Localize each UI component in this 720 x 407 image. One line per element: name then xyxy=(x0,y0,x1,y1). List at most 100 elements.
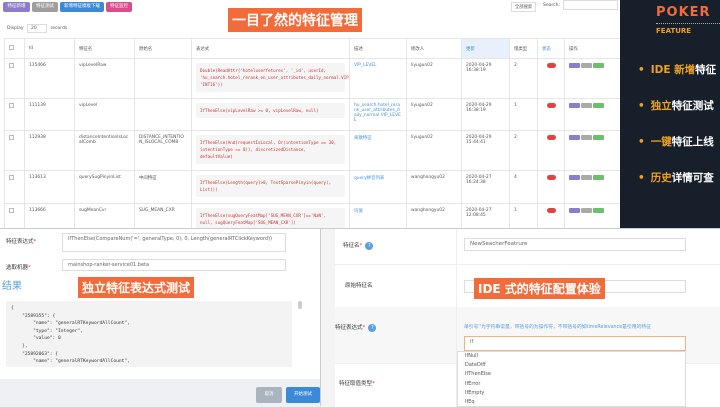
bullet-highlight: 历史 xyxy=(651,172,672,184)
help-icon[interactable]: ? xyxy=(368,324,376,332)
column-header[interactable]: 修改人 xyxy=(407,39,462,59)
detail-button[interactable] xyxy=(569,135,580,140)
detail-button[interactable] xyxy=(569,63,580,68)
cell-time: 2020-04-27 16:24:38 xyxy=(462,171,510,204)
cell-ops xyxy=(565,131,621,171)
cell-desc[interactable]: VIP_LEVEL xyxy=(350,59,407,99)
machine-select[interactable]: mainshop-ranker-service01.beta xyxy=(62,259,286,271)
cell-user: liyugun02 xyxy=(407,99,462,131)
column-header[interactable]: 操作 xyxy=(565,39,621,59)
add-feature-button[interactable]: 特征新增 xyxy=(3,2,30,12)
online-button[interactable] xyxy=(593,135,604,140)
feature-config-panel: 特征名*? NewSeacherFeatrure 原始特征名 IDE 式的特征配… xyxy=(320,228,720,406)
test-button[interactable] xyxy=(581,175,592,180)
column-header[interactable]: Id xyxy=(25,39,75,59)
expression-test-panel: 特征表达式* IfThenElse(CompareNum('=', genera… xyxy=(0,228,320,406)
scrollbar[interactable] xyxy=(298,301,302,309)
search-label: Search: xyxy=(543,3,560,8)
start-test-button[interactable]: 开始测试 xyxy=(286,387,320,403)
feature-bullet: • 独立特征测试 xyxy=(638,98,714,113)
cell-desc[interactable]: hu_search.hotel_rerank_user_attributes_d… xyxy=(350,99,407,131)
cell-id: 113613 xyxy=(25,171,75,204)
status-toggle[interactable] xyxy=(547,63,556,68)
raw-name-label: 原始特征名 xyxy=(345,281,373,289)
online-button[interactable] xyxy=(593,208,604,213)
download-template-button[interactable]: 新增特征模板下载 xyxy=(60,2,104,12)
table-row: 115466 vipLevelRaw Double(ReadAttr('hote… xyxy=(5,59,621,99)
status-toggle[interactable] xyxy=(547,175,556,180)
select-all-checkbox[interactable] xyxy=(5,39,25,59)
search-filter-select[interactable]: 全部搜索 xyxy=(511,2,536,12)
monitor-button[interactable]: 特征监控 xyxy=(106,2,132,12)
cell-desc[interactable]: 离散特征 xyxy=(350,131,407,171)
row-checkbox[interactable] xyxy=(5,171,25,204)
cell-status xyxy=(538,171,565,204)
suggestion-item[interactable]: IfEmpty xyxy=(465,389,685,398)
suggestion-item[interactable]: IfNull xyxy=(465,352,685,361)
bullet-highlight: 独立 xyxy=(651,100,672,112)
detail-button[interactable] xyxy=(569,103,580,108)
cell-status xyxy=(538,99,565,131)
expr-code: Double(ReadAttr('hoteluserfetures', '_id… xyxy=(196,63,345,92)
column-header[interactable]: 原始名 xyxy=(135,39,192,59)
online-button[interactable] xyxy=(593,175,604,180)
search-input[interactable] xyxy=(563,0,618,10)
page-size-select[interactable]: 20 xyxy=(27,24,47,33)
row-checkbox[interactable] xyxy=(5,99,25,131)
suggestion-item[interactable]: IfThenElse xyxy=(465,370,685,379)
help-icon[interactable]: ? xyxy=(365,242,373,250)
cell-id: 111139 xyxy=(25,99,75,131)
table-row: 113613 querySugPinyinList 中间特征 IfThenEls… xyxy=(5,171,621,204)
cancel-button[interactable]: 取消 xyxy=(256,387,282,403)
row-checkbox[interactable] xyxy=(5,59,25,99)
bullet-text: 详情可查 xyxy=(672,172,714,184)
detail-button[interactable] xyxy=(569,208,580,213)
cell-user: liyugun02 xyxy=(407,59,462,99)
bullet-dot-icon: • xyxy=(638,100,645,112)
cell-raw xyxy=(135,99,192,131)
expr-config-input[interactable]: If xyxy=(464,336,686,351)
test-button[interactable] xyxy=(581,208,592,213)
display-label: Display xyxy=(7,26,24,31)
status-toggle[interactable] xyxy=(547,103,556,108)
status-toggle[interactable] xyxy=(547,208,556,213)
cell-name: vipLevelRaw xyxy=(75,59,135,99)
test-button[interactable] xyxy=(581,103,592,108)
suggestion-item[interactable]: IfError xyxy=(465,380,685,389)
column-header[interactable]: 描述 xyxy=(350,39,407,59)
status-toggle[interactable] xyxy=(547,135,556,140)
cell-name: querySugPinyinList xyxy=(75,171,135,204)
suggestion-item[interactable]: DateDiff xyxy=(465,361,685,370)
column-header[interactable]: 状态 xyxy=(538,39,565,59)
column-header[interactable]: 表达式 xyxy=(192,39,350,59)
column-header[interactable]: 增类型 xyxy=(510,39,538,59)
cell-ops xyxy=(565,59,621,99)
machine-label: 选取机器* xyxy=(6,263,31,271)
online-button[interactable] xyxy=(593,103,604,108)
column-header[interactable]: 更新 xyxy=(462,39,510,59)
cell-raw xyxy=(135,59,192,99)
expr-code: IfThenElse(And(requestIsLocal, Or(intent… xyxy=(196,135,345,164)
name-input[interactable]: NewSeacherFeatrure xyxy=(464,238,686,251)
bullet-text: 特征测试 xyxy=(672,100,714,112)
records-label: records xyxy=(50,26,67,31)
test-button[interactable] xyxy=(581,135,592,140)
test-button[interactable] xyxy=(581,63,592,68)
banner-ide: IDE 式的特征配置体验 xyxy=(474,278,605,299)
cell-type: 4 xyxy=(510,171,538,204)
column-header[interactable]: 特征名 xyxy=(75,39,135,59)
feature-bullet: •IDE 新增特征 xyxy=(638,62,716,77)
cell-desc[interactable]: query拼音列表 xyxy=(350,171,407,204)
online-button[interactable] xyxy=(593,63,604,68)
expr-textarea[interactable]: IfThenElse(CompareNum('=', generalType, … xyxy=(62,233,286,252)
test-feature-button[interactable]: 特征测试 xyxy=(32,2,58,12)
detail-button[interactable] xyxy=(569,175,580,180)
banner-manage: 一目了然的特征管理 xyxy=(228,8,362,32)
cell-expr: IfThenElse(Length(query)>0, TextSparsePi… xyxy=(192,171,350,204)
expr-code: IfThenElse(vipLevelRaw >= 0, vipLevelRaw… xyxy=(196,103,345,118)
row-checkbox[interactable] xyxy=(5,131,25,171)
cell-type: 1 xyxy=(510,99,538,131)
bullet-dot-icon: • xyxy=(638,172,645,184)
autocomplete-dropdown: IfNullDateDiffIfThenElseIfErrorIfEmptyIf… xyxy=(457,351,686,407)
cell-id: 115466 xyxy=(25,59,75,99)
